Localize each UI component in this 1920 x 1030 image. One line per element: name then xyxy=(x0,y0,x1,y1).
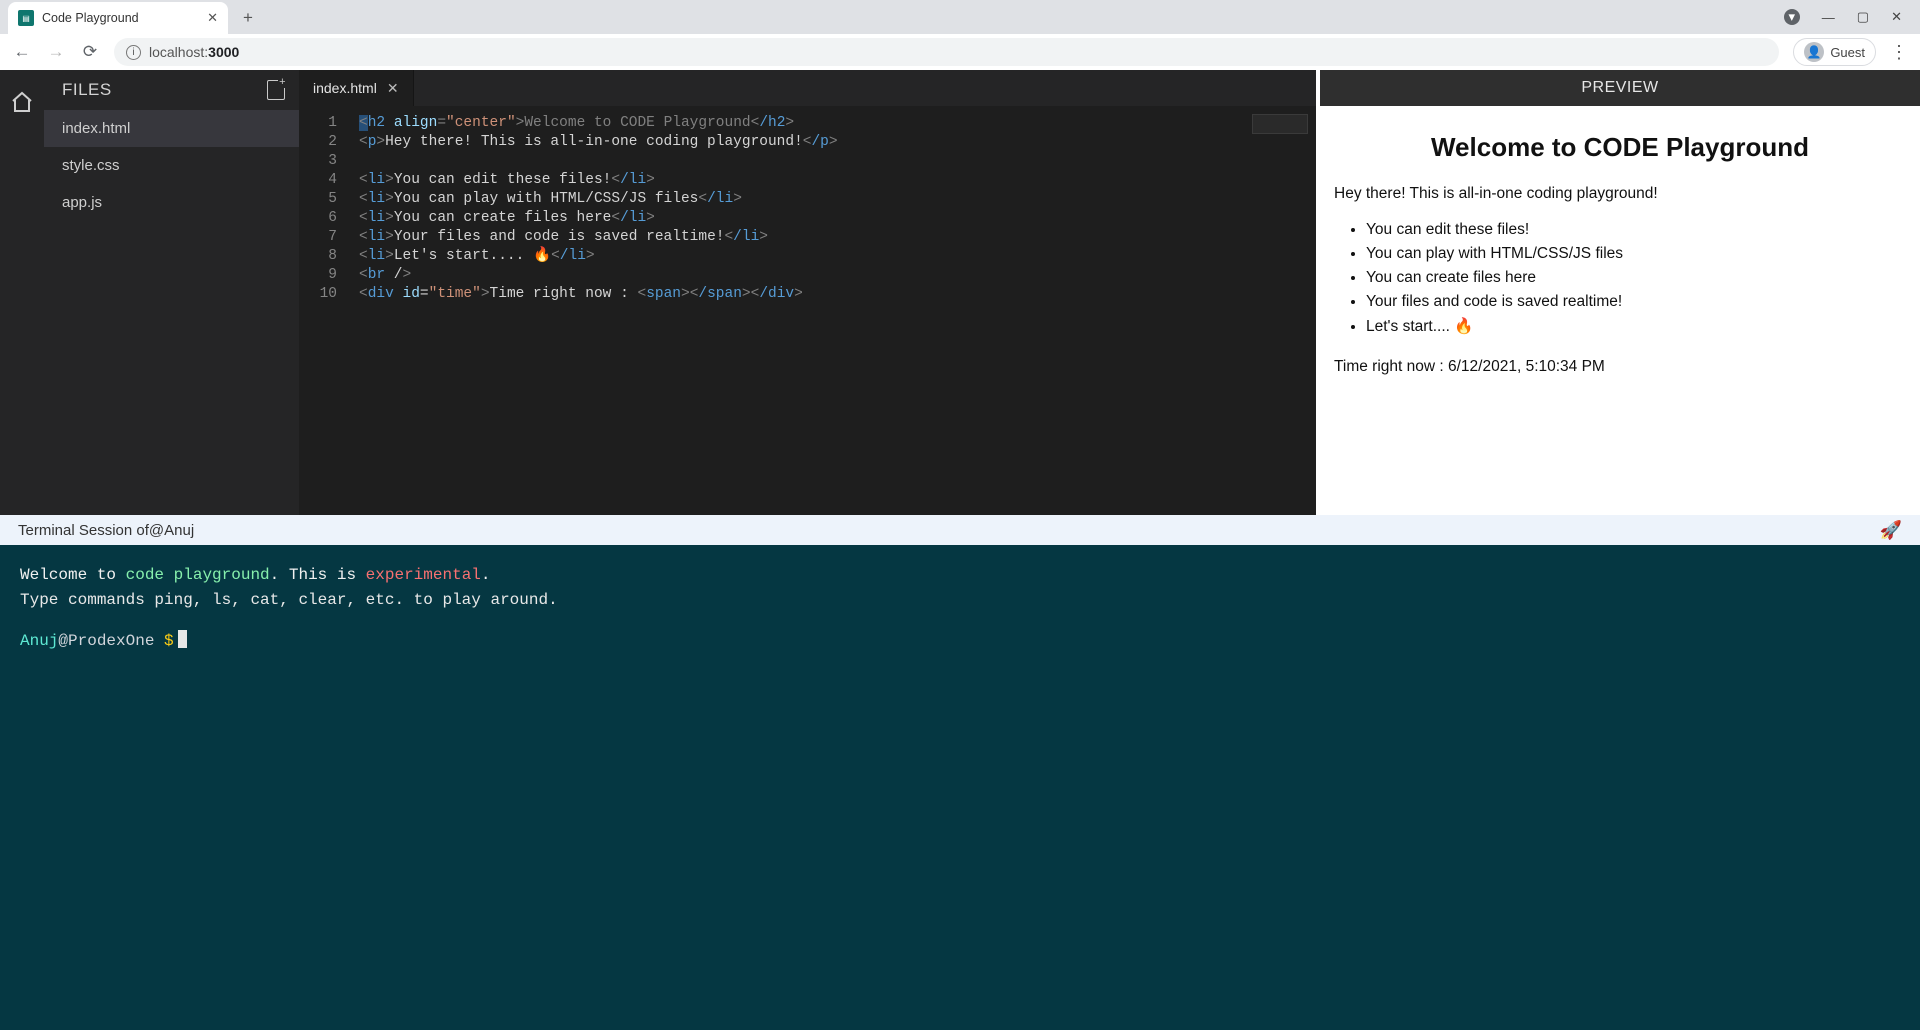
file-item[interactable]: index.html xyxy=(44,110,299,147)
account-switch-icon[interactable]: ▾ xyxy=(1784,9,1800,25)
files-header: FILES xyxy=(44,70,299,110)
preview-body: Welcome to CODE Playground Hey there! Th… xyxy=(1320,106,1920,515)
rocket-icon[interactable]: 🚀 xyxy=(1880,520,1902,541)
new-file-icon[interactable] xyxy=(267,80,285,100)
file-list: index.htmlstyle.cssapp.js xyxy=(44,110,299,221)
preview-list: You can edit these files! You can play wi… xyxy=(1352,221,1906,336)
forward-icon[interactable]: → xyxy=(46,42,66,62)
preview-paragraph: Hey there! This is all-in-one coding pla… xyxy=(1334,185,1906,203)
close-tab-icon[interactable]: ✕ xyxy=(387,80,399,97)
browser-tab[interactable]: ▤ Code Playground ✕ xyxy=(8,2,228,34)
minimap[interactable] xyxy=(1252,114,1308,134)
list-item: You can play with HTML/CSS/JS files xyxy=(1366,245,1906,263)
home-button[interactable] xyxy=(8,88,36,116)
terminal-header: Terminal Session of @Anuj 🚀 xyxy=(0,515,1920,545)
home-icon xyxy=(10,90,34,114)
editor-tab-label: index.html xyxy=(313,80,377,96)
editor-tabs: index.html ✕ xyxy=(299,70,1316,106)
terminal-line: Welcome to code playground. This is expe… xyxy=(20,563,1900,588)
preview-column: PREVIEW Welcome to CODE Playground Hey t… xyxy=(1320,70,1920,515)
workbench: FILES index.htmlstyle.cssapp.js index.ht… xyxy=(0,70,1920,515)
files-sidebar: FILES index.htmlstyle.cssapp.js xyxy=(44,70,299,515)
code-lines: <h2 align="center">Welcome to CODE Playg… xyxy=(359,114,1246,304)
editor-tab[interactable]: index.html ✕ xyxy=(299,70,414,106)
spacer xyxy=(20,613,1900,629)
address-row: ← → ⟳ i localhost:3000 👤 Guest ⋮ xyxy=(0,34,1920,70)
file-item[interactable]: app.js xyxy=(44,184,299,221)
code-editor[interactable]: 12345678910 <h2 align="center">Welcome t… xyxy=(299,106,1316,515)
preview-heading: Welcome to CODE Playground xyxy=(1334,132,1906,163)
terminal-line: Type commands ping, ls, cat, clear, etc.… xyxy=(20,588,1900,613)
terminal[interactable]: Welcome to code playground. This is expe… xyxy=(0,545,1920,1030)
app: FILES index.htmlstyle.cssapp.js index.ht… xyxy=(0,70,1920,1030)
list-item: You can edit these files! xyxy=(1366,221,1906,239)
file-item[interactable]: style.css xyxy=(44,147,299,184)
close-window-icon[interactable]: ✕ xyxy=(1891,9,1902,25)
new-tab-button[interactable]: + xyxy=(234,4,262,32)
close-icon[interactable]: ✕ xyxy=(207,10,218,26)
preview-header-label: PREVIEW xyxy=(1581,79,1658,97)
list-item: Let's start.... 🔥 xyxy=(1366,317,1906,336)
preview-time: Time right now : 6/12/2021, 5:10:34 PM xyxy=(1334,358,1906,376)
terminal-cursor xyxy=(178,630,187,648)
files-header-label: FILES xyxy=(62,80,112,100)
back-icon[interactable]: ← xyxy=(12,42,32,62)
avatar-icon: 👤 xyxy=(1804,42,1824,62)
site-info-icon[interactable]: i xyxy=(126,45,141,60)
editor-column: index.html ✕ 12345678910 <h2 align="cent… xyxy=(299,70,1320,515)
profile-label: Guest xyxy=(1830,45,1865,60)
maximize-icon[interactable]: ▢ xyxy=(1857,9,1869,25)
list-item: Your files and code is saved realtime! xyxy=(1366,293,1906,311)
minimize-icon[interactable]: — xyxy=(1822,10,1835,25)
preview-header: PREVIEW xyxy=(1320,70,1920,106)
activity-rail xyxy=(0,70,44,515)
tab-favicon-icon: ▤ xyxy=(18,10,34,26)
terminal-prompt: Anuj@ProdexOne $ xyxy=(20,629,1900,654)
address-bar[interactable]: i localhost:3000 xyxy=(114,38,1779,66)
tab-title: Code Playground xyxy=(42,11,139,25)
line-gutter: 12345678910 xyxy=(299,114,349,304)
terminal-header-user: @Anuj xyxy=(149,522,194,539)
terminal-header-prefix: Terminal Session of xyxy=(18,522,149,539)
profile-chip[interactable]: 👤 Guest xyxy=(1793,38,1876,66)
browser-chrome: ▤ Code Playground ✕ + ▾ — ▢ ✕ ← → ⟳ i lo… xyxy=(0,0,1920,70)
tab-strip: ▤ Code Playground ✕ + ▾ — ▢ ✕ xyxy=(0,0,1920,34)
reload-icon[interactable]: ⟳ xyxy=(80,42,100,62)
url-text: localhost:3000 xyxy=(149,44,239,60)
list-item: You can create files here xyxy=(1366,269,1906,287)
browser-menu-icon[interactable]: ⋮ xyxy=(1890,42,1908,63)
window-controls: ▾ — ▢ ✕ xyxy=(1784,0,1920,34)
